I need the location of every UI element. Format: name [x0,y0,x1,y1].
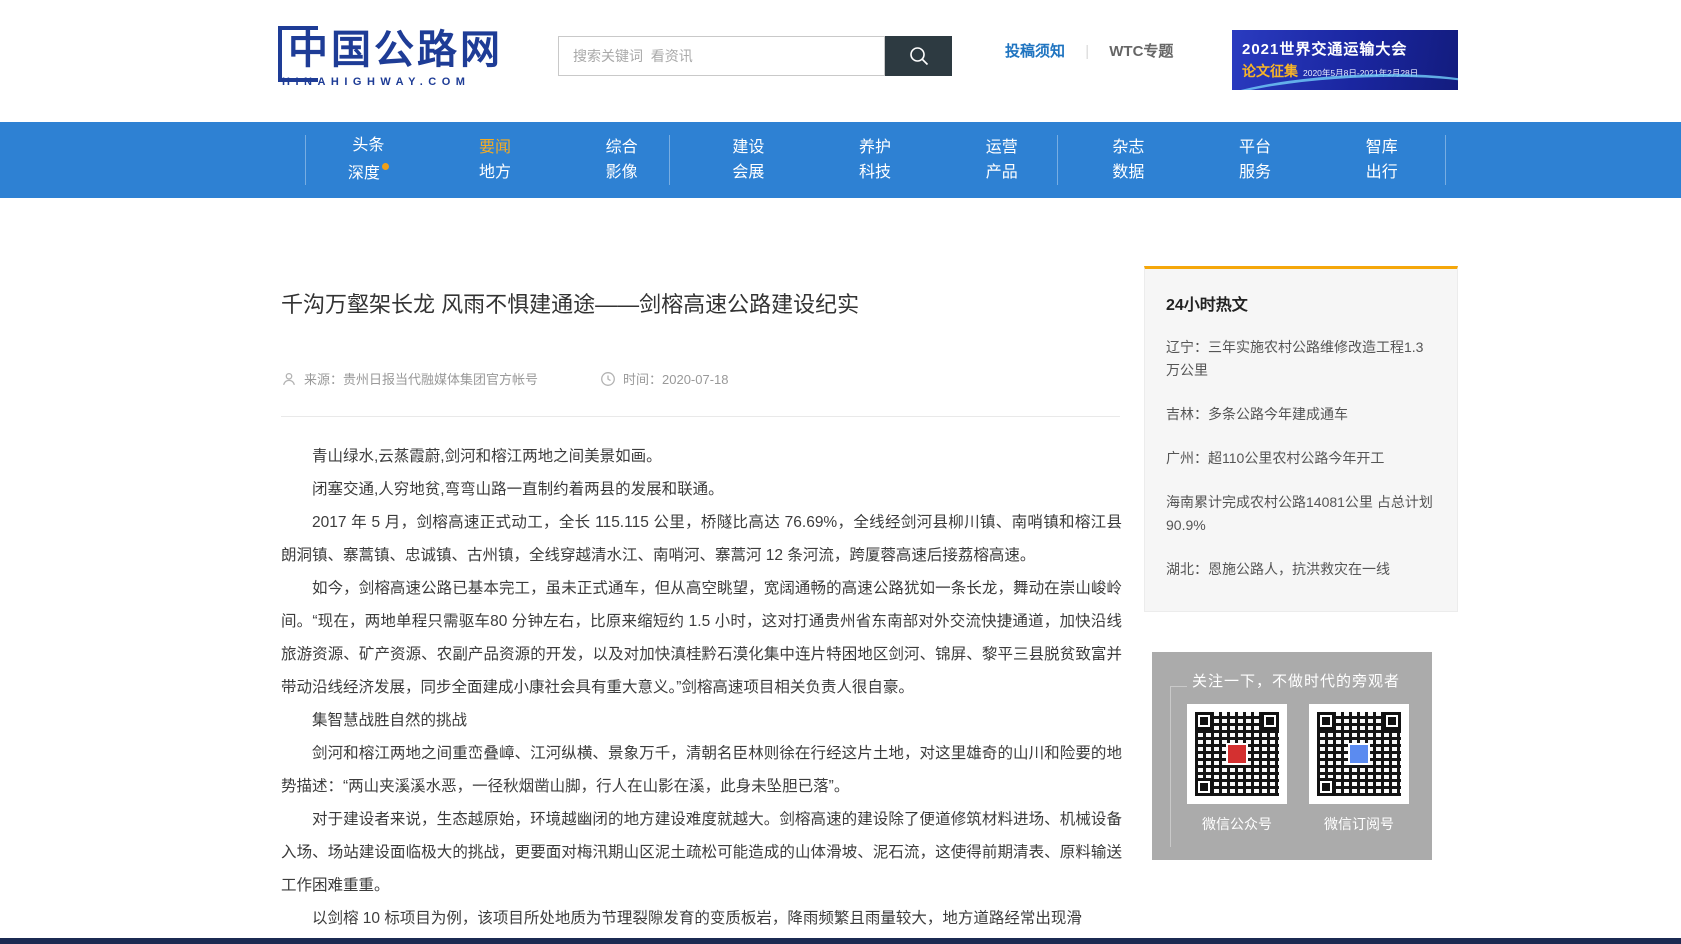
hot-article-link[interactable]: 辽宁：三年实施农村公路维修改造工程1.3万公里 [1166,336,1436,382]
qr-finder-icon [1317,778,1335,796]
link-separator: | [1085,43,1089,60]
qr-code-image [1317,712,1401,796]
nav-col-maintenance: 养护 科技 [812,122,939,198]
nav-item-toutiao[interactable]: 头条 [352,138,384,154]
nav-item-shuju[interactable]: 数据 [1112,165,1144,181]
corner-bracket-decoration [1170,686,1187,847]
hot-article-link[interactable]: 广州：超110公里农村公路今年开工 [1166,447,1436,470]
nav-col-platform: 平台 服务 [1192,122,1319,198]
logo-bracket-icon [278,26,318,82]
site-logo[interactable]: 中国公路网 HINAHIGHWAY.COM [278,28,503,88]
wechat-follow-heading: 关注一下，不做时代的旁观者 [1192,670,1400,691]
qr-finder-icon [1261,712,1279,730]
hot-article-link[interactable]: 海南累计完成农村公路14081公里 占总计划90.9% [1166,491,1436,537]
wechat-official-qr-code [1187,704,1287,804]
page-bottom-bar [0,938,1681,944]
wtc-topic-link[interactable]: WTC专题 [1109,43,1173,60]
nav-col-operation: 运营 产品 [938,122,1065,198]
nav-col-construction: 建设 会展 [685,122,812,198]
nav-col-magazine: 杂志 数据 [1065,122,1192,198]
article-paragraph: 对于建设者来说，生态越原始，环境越幽闭的地方建设难度就越大。剑榕高速的建设除了便… [281,803,1122,902]
wechat-subscription-label: 微信订阅号 [1309,814,1409,834]
nav-item-huizhan[interactable]: 会展 [732,165,764,181]
hot-articles-panel: 24小时热文 辽宁：三年实施农村公路维修改造工程1.3万公里 吉林：多条公路今年… [1144,266,1458,612]
search-icon [907,44,931,68]
header-links: 投稿须知 | WTC专题 [1005,40,1173,61]
nav-col-headlines: 头条 深度 [305,122,432,198]
qr-finder-icon [1383,712,1401,730]
nav-item-keji[interactable]: 科技 [859,165,891,181]
qr-finder-icon [1317,712,1335,730]
qr-code-image [1195,712,1279,796]
article-paragraph: 2017 年 5 月，剑榕高速正式动工，全长 115.115 公里，桥隧比高达 … [281,506,1122,572]
search-button[interactable] [885,36,952,76]
nav-item-yanghu[interactable]: 养护 [859,140,891,156]
qr-finder-icon [1195,778,1213,796]
wechat-official-label: 微信公众号 [1187,814,1287,834]
article-time-text: 时间：2020-07-18 [623,369,729,388]
nav-item-zazhi[interactable]: 杂志 [1112,140,1144,156]
article-time: 时间：2020-07-18 [600,369,729,388]
page: 中国公路网 HINAHIGHWAY.COM 投稿须知 | WTC专题 2021世… [0,0,1681,944]
article-paragraph: 闭塞交通,人穷地贫,弯弯山路一直制约着两县的发展和联通。 [281,473,1122,506]
wechat-subscription-qr-code [1309,704,1409,804]
nav-item-chanpin[interactable]: 产品 [986,165,1018,181]
qr-center-logo [1348,743,1370,765]
banner-call-for-papers: 论文征集 [1242,61,1298,81]
article-paragraph: 青山绿水,云蒸霞蔚,剑河和榕江两地之间美景如画。 [281,440,1122,473]
nav-item-zonghe[interactable]: 综合 [606,140,638,156]
nav-col-news: 要闻 地方 [432,122,559,198]
nav-item-difang[interactable]: 地方 [479,165,511,181]
nav-item-fuwu[interactable]: 服务 [1239,165,1271,181]
article-source-text: 来源：贵州日报当代融媒体集团官方帐号 [304,369,538,388]
site-header: 中国公路网 HINAHIGHWAY.COM 投稿须知 | WTC专题 2021世… [0,0,1681,122]
nav-item-chuxing[interactable]: 出行 [1366,165,1398,181]
new-dot-icon [382,163,389,170]
article-body: 青山绿水,云蒸霞蔚,剑河和榕江两地之间美景如画。 闭塞交通,人穷地贫,弯弯山路一… [281,440,1122,935]
nav-item-yingxiang[interactable]: 影像 [606,165,638,181]
submission-notice-link[interactable]: 投稿须知 [1005,43,1065,60]
qr-finder-icon [1195,712,1213,730]
article-source: 来源：贵州日报当代融媒体集团官方帐号 [281,369,538,388]
search-bar [558,36,952,76]
nav-item-yaowen-active[interactable]: 要闻 [479,140,511,156]
article-paragraph: 以剑榕 10 标项目为例，该项目所处地质为节理裂隙发育的变质板岩，降雨频繁且雨量… [281,902,1122,935]
article-subheading: 集智慧战胜自然的挑战 [281,704,1122,737]
article-paragraph: 如今，剑榕高速公路已基本完工，虽未正式通车，但从高空眺望，宽阔通畅的高速公路犹如… [281,572,1122,704]
nav-item-pingtai[interactable]: 平台 [1239,140,1271,156]
qr-center-logo [1226,743,1248,765]
nav-item-zhiku[interactable]: 智库 [1366,140,1398,156]
banner-title: 2021世界交通运输大会 [1242,38,1458,59]
meta-divider [281,416,1120,417]
hot-article-link[interactable]: 吉林：多条公路今年建成通车 [1166,403,1436,426]
nav-divider [1445,135,1446,185]
logo-text: 中国公路网 [288,28,503,72]
clock-icon [600,371,616,387]
user-icon [281,371,297,387]
wechat-follow-panel: 关注一下，不做时代的旁观者 微信公众号 微信订阅号 [1152,652,1432,860]
search-input[interactable] [558,36,885,76]
article-meta: 来源：贵州日报当代融媒体集团官方帐号 时间：2020-07-18 [281,369,729,388]
article-title: 千沟万壑架长龙 风雨不惧建通途——剑榕高速公路建设纪实 [281,287,1126,319]
nav-item-yunying[interactable]: 运营 [986,140,1018,156]
nav-col-thinktank: 智库 出行 [1318,122,1445,198]
nav-item-jianshe[interactable]: 建设 [732,140,764,156]
hot-article-link[interactable]: 湖北：恩施公路人，抗洪救灾在一线 [1166,558,1436,581]
nav-col-general: 综合 影像 [558,122,685,198]
wtc-conference-banner[interactable]: 2021世界交通运输大会 论文征集 2020年5月8日-2021年2月28日 [1232,30,1458,90]
nav-item-shendu[interactable]: 深度 [348,163,389,182]
article-paragraph: 剑河和榕江两地之间重峦叠嶂、江河纵横、景象万千，清朝名臣林则徐在行经这片土地，对… [281,737,1122,803]
main-navigation: 头条 深度 要闻 地方 综合 影像 建设 会展 养护 科技 运营 产品 [0,122,1681,198]
hot-articles-title: 24小时热文 [1166,291,1436,315]
